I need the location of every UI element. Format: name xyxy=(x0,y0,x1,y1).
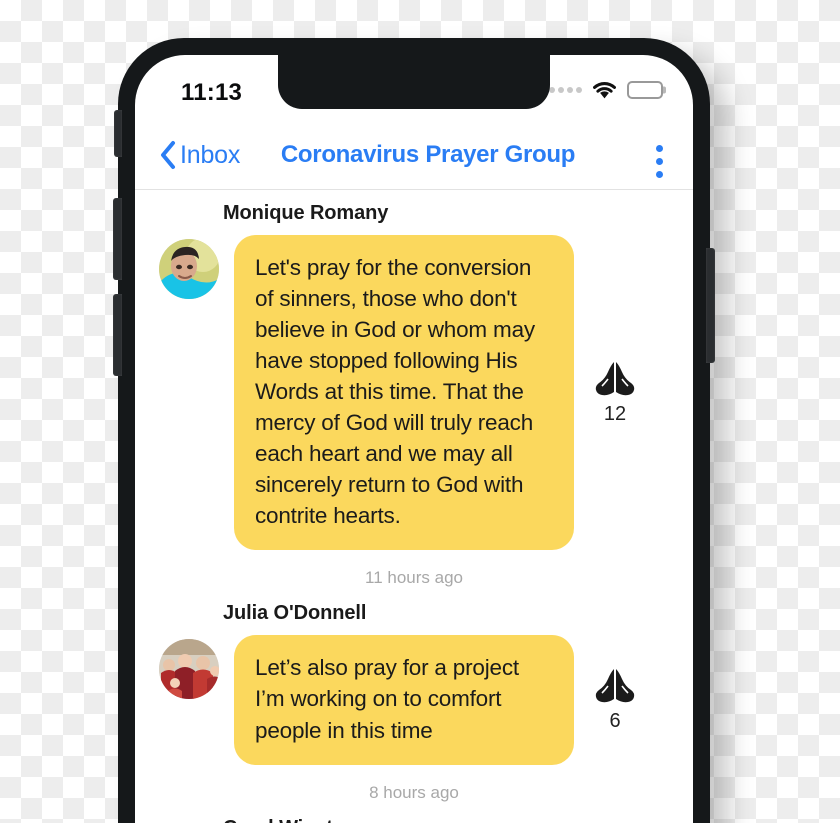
sender-name: Julia O'Donnell xyxy=(223,602,367,625)
timestamp: 8 hours ago xyxy=(369,782,459,802)
sender-name: Monique Romany xyxy=(223,202,389,224)
avatar[interactable] xyxy=(159,639,219,700)
reaction-praying-hands[interactable]: 6 xyxy=(584,666,646,733)
status-time: 11:13 xyxy=(181,79,243,106)
battery-full-icon xyxy=(627,81,663,99)
volume-up-button[interactable] xyxy=(113,198,122,280)
navigation-bar: Inbox Coronavirus Prayer Group xyxy=(135,127,693,190)
volume-down-button[interactable] xyxy=(113,294,122,376)
mute-switch[interactable] xyxy=(114,110,122,157)
avatar-image-monique xyxy=(159,239,219,299)
message-row: Let's pray for the conversion of sinners… xyxy=(135,235,693,551)
reaction-praying-hands[interactable]: 12 xyxy=(584,359,646,426)
phone-screen: 11:13 Inbox Coronavirus Prayer Group Mon… xyxy=(135,55,693,823)
conversation-list: Monique Romany Let's pray for the conver… xyxy=(135,190,693,823)
signal-dots-icon xyxy=(549,87,582,93)
overflow-menu-icon[interactable] xyxy=(654,143,665,180)
avatar-image-julia xyxy=(159,639,219,700)
status-indicators xyxy=(549,80,663,100)
power-button[interactable] xyxy=(706,248,715,363)
wifi-icon xyxy=(593,82,616,99)
message-bubble[interactable]: Let’s also pray for a project I’m workin… xyxy=(234,635,574,765)
timestamp: 11 hours ago xyxy=(365,568,463,588)
message-bubble[interactable]: Let's pray for the conversion of sinners… xyxy=(234,235,574,551)
reaction-count: 6 xyxy=(609,710,621,733)
page-title: Coronavirus Prayer Group xyxy=(280,141,576,168)
praying-hands-icon xyxy=(595,362,635,396)
notch xyxy=(278,55,550,109)
sender-name: Carol Wiget xyxy=(223,817,693,823)
reaction-count: 12 xyxy=(603,403,627,426)
message-row: Let’s also pray for a project I’m workin… xyxy=(135,635,693,765)
avatar[interactable] xyxy=(159,239,219,299)
page-root: 11:13 Inbox Coronavirus Prayer Group Mon… xyxy=(0,0,840,823)
praying-hands-icon xyxy=(595,669,635,703)
phone-device: 11:13 Inbox Coronavirus Prayer Group Mon… xyxy=(113,38,715,823)
